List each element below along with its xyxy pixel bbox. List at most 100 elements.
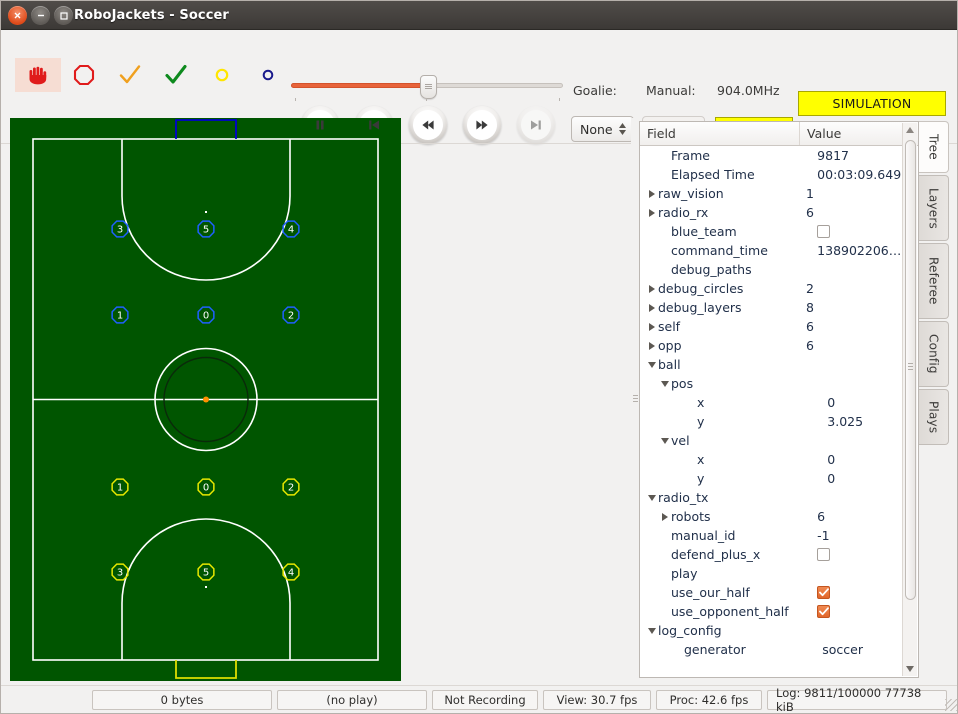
side-tab-plays[interactable]: Plays [919, 389, 949, 445]
tree-row-field: y [640, 414, 827, 429]
tree-row-field: debug_circles [640, 281, 806, 296]
resize-grip-icon[interactable] [945, 699, 957, 711]
chevron-right-icon[interactable] [646, 303, 658, 312]
tree-row[interactable]: radio_rx 6 [640, 203, 918, 222]
chevron-down-icon[interactable] [659, 380, 671, 387]
tree-row[interactable]: generator soccer [640, 640, 918, 659]
scroll-thumb[interactable] [905, 140, 916, 600]
fast-forward-icon [476, 120, 488, 130]
tree-row[interactable]: robots 6 [640, 507, 918, 526]
side-tab-config[interactable]: Config [919, 321, 949, 387]
blue-circle-button[interactable] [245, 58, 291, 92]
tree-row[interactable]: debug_layers 8 [640, 298, 918, 317]
tree-row-name: blue_team [671, 224, 737, 239]
side-tab-tree[interactable]: Tree [919, 121, 949, 173]
robot-id-label: 2 [288, 483, 294, 494]
tree-row[interactable]: log_config [640, 621, 918, 640]
chevron-right-icon[interactable] [646, 284, 658, 293]
chevron-right-icon[interactable] [659, 512, 671, 521]
tree-row-field: radio_rx [640, 205, 806, 220]
tree-value-text: 00:03:09.649 [817, 167, 902, 182]
play-check-button[interactable] [153, 58, 199, 92]
tree-row[interactable]: command_time 138902206… [640, 241, 918, 260]
tree-row-value: 6 [806, 205, 908, 220]
tree-row[interactable]: play [640, 564, 918, 583]
tree-row[interactable]: y0 [640, 469, 918, 488]
side-tab-referee[interactable]: Referee [919, 243, 949, 319]
soccer-field-view[interactable]: 3 5 4 1 0 2 1 0 2 3 5 4 [10, 118, 401, 681]
tree-row[interactable]: opp 6 [640, 336, 918, 355]
tree-row[interactable]: pos [640, 374, 918, 393]
tree-row[interactable]: use_our_half [640, 583, 918, 602]
chevron-right-icon[interactable] [646, 189, 658, 198]
tree-row-field: manual_id [640, 528, 817, 543]
fast-forward-button[interactable] [463, 106, 501, 144]
tree-row-name: command_time [671, 243, 768, 258]
goalie-select[interactable]: None [571, 116, 634, 142]
tree-row-name: defend_plus_x [671, 547, 761, 562]
checkbox-unchecked[interactable] [817, 225, 831, 238]
column-header-field[interactable]: Field [640, 122, 800, 145]
halt-hand-button[interactable] [15, 58, 61, 92]
chevron-down-icon[interactable] [646, 361, 658, 368]
tree-row[interactable]: debug_paths [640, 260, 918, 279]
tree-row[interactable]: radio_tx [640, 488, 918, 507]
tree-row-name: radio_tx [658, 490, 709, 505]
chevron-right-icon[interactable] [646, 208, 658, 217]
tree-row[interactable]: Frame 9817 [640, 146, 918, 165]
robot-id-label: 5 [203, 225, 209, 236]
tree-row[interactable]: use_opponent_half [640, 602, 918, 621]
ready-check-button[interactable] [107, 58, 153, 92]
tree-row[interactable]: debug_circles 2 [640, 279, 918, 298]
chevron-down-icon[interactable] [646, 494, 658, 501]
column-header-value[interactable]: Value [800, 122, 918, 145]
chevron-down-icon[interactable] [659, 437, 671, 444]
checkbox-checked[interactable] [817, 586, 831, 599]
pause-icon [316, 120, 324, 130]
playback-slider[interactable] [291, 75, 563, 99]
chevron-right-icon[interactable] [646, 322, 658, 331]
status-proc-fps: Proc: 42.6 fps [656, 689, 762, 710]
close-icon[interactable] [8, 6, 27, 25]
application-window: RoboJackets - Soccer Goalie: Manual: 904… [0, 0, 958, 714]
rewind-button[interactable] [409, 106, 447, 144]
slider-handle[interactable] [420, 75, 437, 99]
tree-scrollbar[interactable] [902, 123, 917, 676]
yellow-circle-button[interactable] [199, 58, 245, 92]
scroll-up-icon[interactable] [903, 123, 917, 137]
tree-row-field: Frame [640, 148, 817, 163]
tree-row[interactable]: Elapsed Time 00:03:09.649 [640, 165, 918, 184]
checkbox-checked[interactable] [817, 605, 831, 618]
tree-row[interactable]: raw_vision 1 [640, 184, 918, 203]
tree-row-name: robots [671, 509, 711, 524]
tree-value-text: -1 [817, 528, 830, 543]
stop-octagon-button[interactable] [61, 58, 107, 92]
robot-id-label: 0 [203, 311, 209, 322]
pane-splitter[interactable] [631, 118, 639, 681]
chevron-down-icon[interactable] [646, 627, 658, 634]
tree-row[interactable]: defend_plus_x [640, 545, 918, 564]
tree-rows: Frame 9817 Elapsed Time 00:03:09.649 raw_vis… [640, 146, 918, 659]
side-tab-layers[interactable]: Layers [919, 175, 949, 241]
skip-forward-button[interactable] [517, 106, 555, 144]
scroll-down-icon[interactable] [903, 662, 917, 676]
tree-value-text: 0 [827, 395, 836, 410]
tree-row[interactable]: blue_team [640, 222, 918, 241]
maximize-icon[interactable] [54, 6, 73, 25]
tree-row[interactable]: ball [640, 355, 918, 374]
tree-row[interactable]: y 3.025 [640, 412, 918, 431]
tree-row-name: y [697, 471, 705, 486]
tree-row-name: play [671, 566, 698, 581]
skip-back-icon [369, 120, 379, 130]
tree-row[interactable]: vel [640, 431, 918, 450]
tree-row[interactable]: self 6 [640, 317, 918, 336]
checkbox-unchecked[interactable] [817, 548, 831, 561]
tree-row-field: log_config [640, 623, 806, 638]
chevron-right-icon[interactable] [646, 341, 658, 350]
tree-row-field: defend_plus_x [640, 547, 817, 562]
minimize-icon[interactable] [31, 6, 50, 25]
tree-row[interactable]: manual_id -1 [640, 526, 918, 545]
tree-row[interactable]: x0 [640, 393, 918, 412]
tree-row-field: blue_team [640, 224, 817, 239]
tree-row[interactable]: x0 [640, 450, 918, 469]
